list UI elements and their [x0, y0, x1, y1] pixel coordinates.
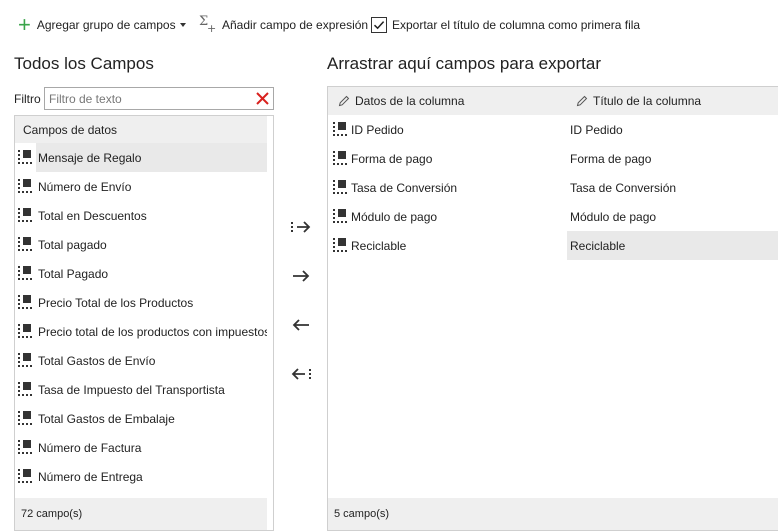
field-list-item[interactable]: Total Gastos de Envío: [15, 346, 267, 375]
filter-input[interactable]: [45, 88, 245, 109]
move-left-button[interactable]: [288, 313, 314, 337]
column-data-cell: Reciclable: [351, 238, 407, 253]
clear-icon[interactable]: [255, 91, 270, 106]
column-data-cell: Forma de pago: [351, 151, 433, 166]
export-column-title-checkbox[interactable]: [371, 17, 387, 33]
move-left-icon: [292, 319, 309, 331]
column-title-cell[interactable]: Forma de pago: [567, 144, 778, 173]
move-right-button[interactable]: [288, 264, 314, 288]
field-label: Precio total de los productos con impues…: [38, 324, 267, 339]
export-column-title-label: Exportar el título de columna como prime…: [392, 18, 641, 32]
column-data-cell: Tasa de Conversión: [351, 180, 458, 195]
field-list-item[interactable]: Número de Envío: [15, 172, 267, 201]
column-data-cell: Módulo de pago: [351, 209, 438, 224]
field-label: Número de Envío: [38, 179, 132, 194]
checkmark-icon: [373, 21, 385, 30]
drag-handle-icon[interactable]: [18, 324, 32, 338]
column-title-header-label: Título de la columna: [593, 94, 702, 108]
chevron-down-icon: [179, 23, 186, 27]
field-label: Total en Descuentos: [38, 208, 147, 223]
export-column-title-toggle[interactable]: Exportar el título de columna como prime…: [371, 14, 640, 36]
drag-handle-icon[interactable]: [18, 295, 32, 309]
export-field-row[interactable]: Módulo de pago Módulo de pago: [328, 202, 778, 231]
export-fields-count: 5 campo(s): [328, 498, 778, 530]
export-fields-grid[interactable]: ID Pedido ID Pedido Forma de pago Forma de …: [328, 115, 778, 260]
drag-handle-icon[interactable]: [18, 382, 32, 396]
export-field-row[interactable]: Tasa de Conversión Tasa de Conversión: [328, 173, 778, 202]
move-right-icon: [293, 270, 310, 282]
drag-handle-icon[interactable]: [333, 238, 347, 252]
field-label: Tasa de Impuesto del Transportista: [38, 382, 225, 397]
field-list-item[interactable]: Precio Total de los Productos: [15, 288, 267, 317]
drag-handle-icon[interactable]: [18, 150, 32, 164]
field-label: Total Gastos de Embalaje: [38, 411, 175, 426]
add-field-group-label: Agregar grupo de campos: [36, 18, 176, 32]
column-title-cell[interactable]: Tasa de Conversión: [567, 173, 778, 202]
column-title-cell[interactable]: Reciclable: [567, 231, 778, 260]
drag-handle-icon[interactable]: [333, 180, 347, 194]
drag-handle-icon[interactable]: [333, 209, 347, 223]
field-label: Número de Entrega: [38, 469, 143, 484]
drag-handle-icon[interactable]: [18, 179, 32, 193]
drag-handle-icon[interactable]: [333, 151, 347, 165]
sigma-plus-icon: Σ +: [199, 14, 217, 35]
export-field-row[interactable]: Reciclable Reciclable: [328, 231, 778, 260]
field-label: Total pagado: [38, 237, 107, 252]
pencil-icon: [576, 95, 588, 107]
field-list-item[interactable]: Número de Entrega: [15, 462, 267, 491]
plus-icon: +: [18, 12, 31, 37]
column-data-header-label: Datos de la columna: [355, 94, 465, 108]
move-all-left-button[interactable]: [288, 362, 314, 386]
field-label: Número de Factura: [38, 440, 142, 455]
drag-handle-icon[interactable]: [18, 440, 32, 454]
all-fields-panel: Campos de datos Mensaje de Regalo Número …: [14, 115, 274, 531]
field-list-item[interactable]: Mensaje de Regalo: [15, 143, 267, 172]
export-fields-title: Arrastrar aquí campos para exportar: [327, 54, 602, 73]
drag-handle-icon[interactable]: [18, 266, 32, 280]
add-field-group-button[interactable]: + Agregar grupo de campos: [18, 14, 186, 36]
column-data-header[interactable]: Datos de la columna: [338, 87, 464, 115]
field-list-item[interactable]: Total pagado: [15, 230, 267, 259]
field-label: Total Pagado: [38, 266, 109, 281]
drag-handle-icon[interactable]: [18, 469, 32, 483]
export-field-row[interactable]: Forma de pago Forma de pago: [328, 144, 778, 173]
all-fields-title: Todos los Campos: [14, 54, 154, 73]
drag-handle-icon[interactable]: [18, 411, 32, 425]
toolbar: + Agregar grupo de campos Σ + Añadir camp…: [0, 0, 778, 50]
column-title-cell[interactable]: Módulo de pago: [567, 202, 778, 231]
field-list-item[interactable]: Número de Factura: [15, 433, 267, 462]
field-label: Mensaje de Regalo: [38, 150, 142, 165]
field-label: Total Gastos de Envío: [38, 353, 156, 368]
field-label: Precio Total de los Productos: [38, 295, 194, 310]
field-list-item[interactable]: Total en Descuentos: [15, 201, 267, 230]
filter-label: Filtro: [14, 92, 41, 106]
drag-handle-icon[interactable]: [18, 208, 32, 222]
export-field-row[interactable]: ID Pedido ID Pedido: [328, 115, 778, 144]
drag-handle-icon[interactable]: [18, 353, 32, 367]
all-fields-count: 72 campo(s): [15, 498, 267, 530]
move-all-left-icon: [291, 368, 311, 380]
move-all-right-icon: [291, 221, 311, 233]
all-fields-list[interactable]: Mensaje de Regalo Número de Envío Total en…: [15, 143, 267, 498]
export-grid-header: Datos de la columna Título de la columna: [328, 87, 778, 115]
pencil-icon: [338, 95, 350, 107]
add-expression-field-label: Añadir campo de expresión: [222, 18, 369, 32]
column-data-cell: ID Pedido: [351, 122, 404, 137]
column-title-cell[interactable]: ID Pedido: [567, 115, 778, 144]
export-fields-panel: Datos de la columna Título de la columna…: [327, 86, 778, 531]
move-all-right-button[interactable]: [288, 215, 314, 239]
filter-box: [44, 87, 274, 110]
field-list-item[interactable]: Total Pagado: [15, 259, 267, 288]
field-list-item[interactable]: Precio total de los productos con impues…: [15, 317, 267, 346]
field-list-item[interactable]: Total Gastos de Embalaje: [15, 404, 267, 433]
field-list-item[interactable]: Tasa de Impuesto del Transportista: [15, 375, 267, 404]
drag-handle-icon[interactable]: [18, 237, 32, 251]
drag-handle-icon[interactable]: [333, 122, 347, 136]
add-expression-field-button[interactable]: Σ + Añadir campo de expresión: [198, 14, 368, 36]
data-fields-header: Campos de datos: [15, 116, 267, 143]
column-title-header[interactable]: Título de la columna: [576, 87, 701, 115]
